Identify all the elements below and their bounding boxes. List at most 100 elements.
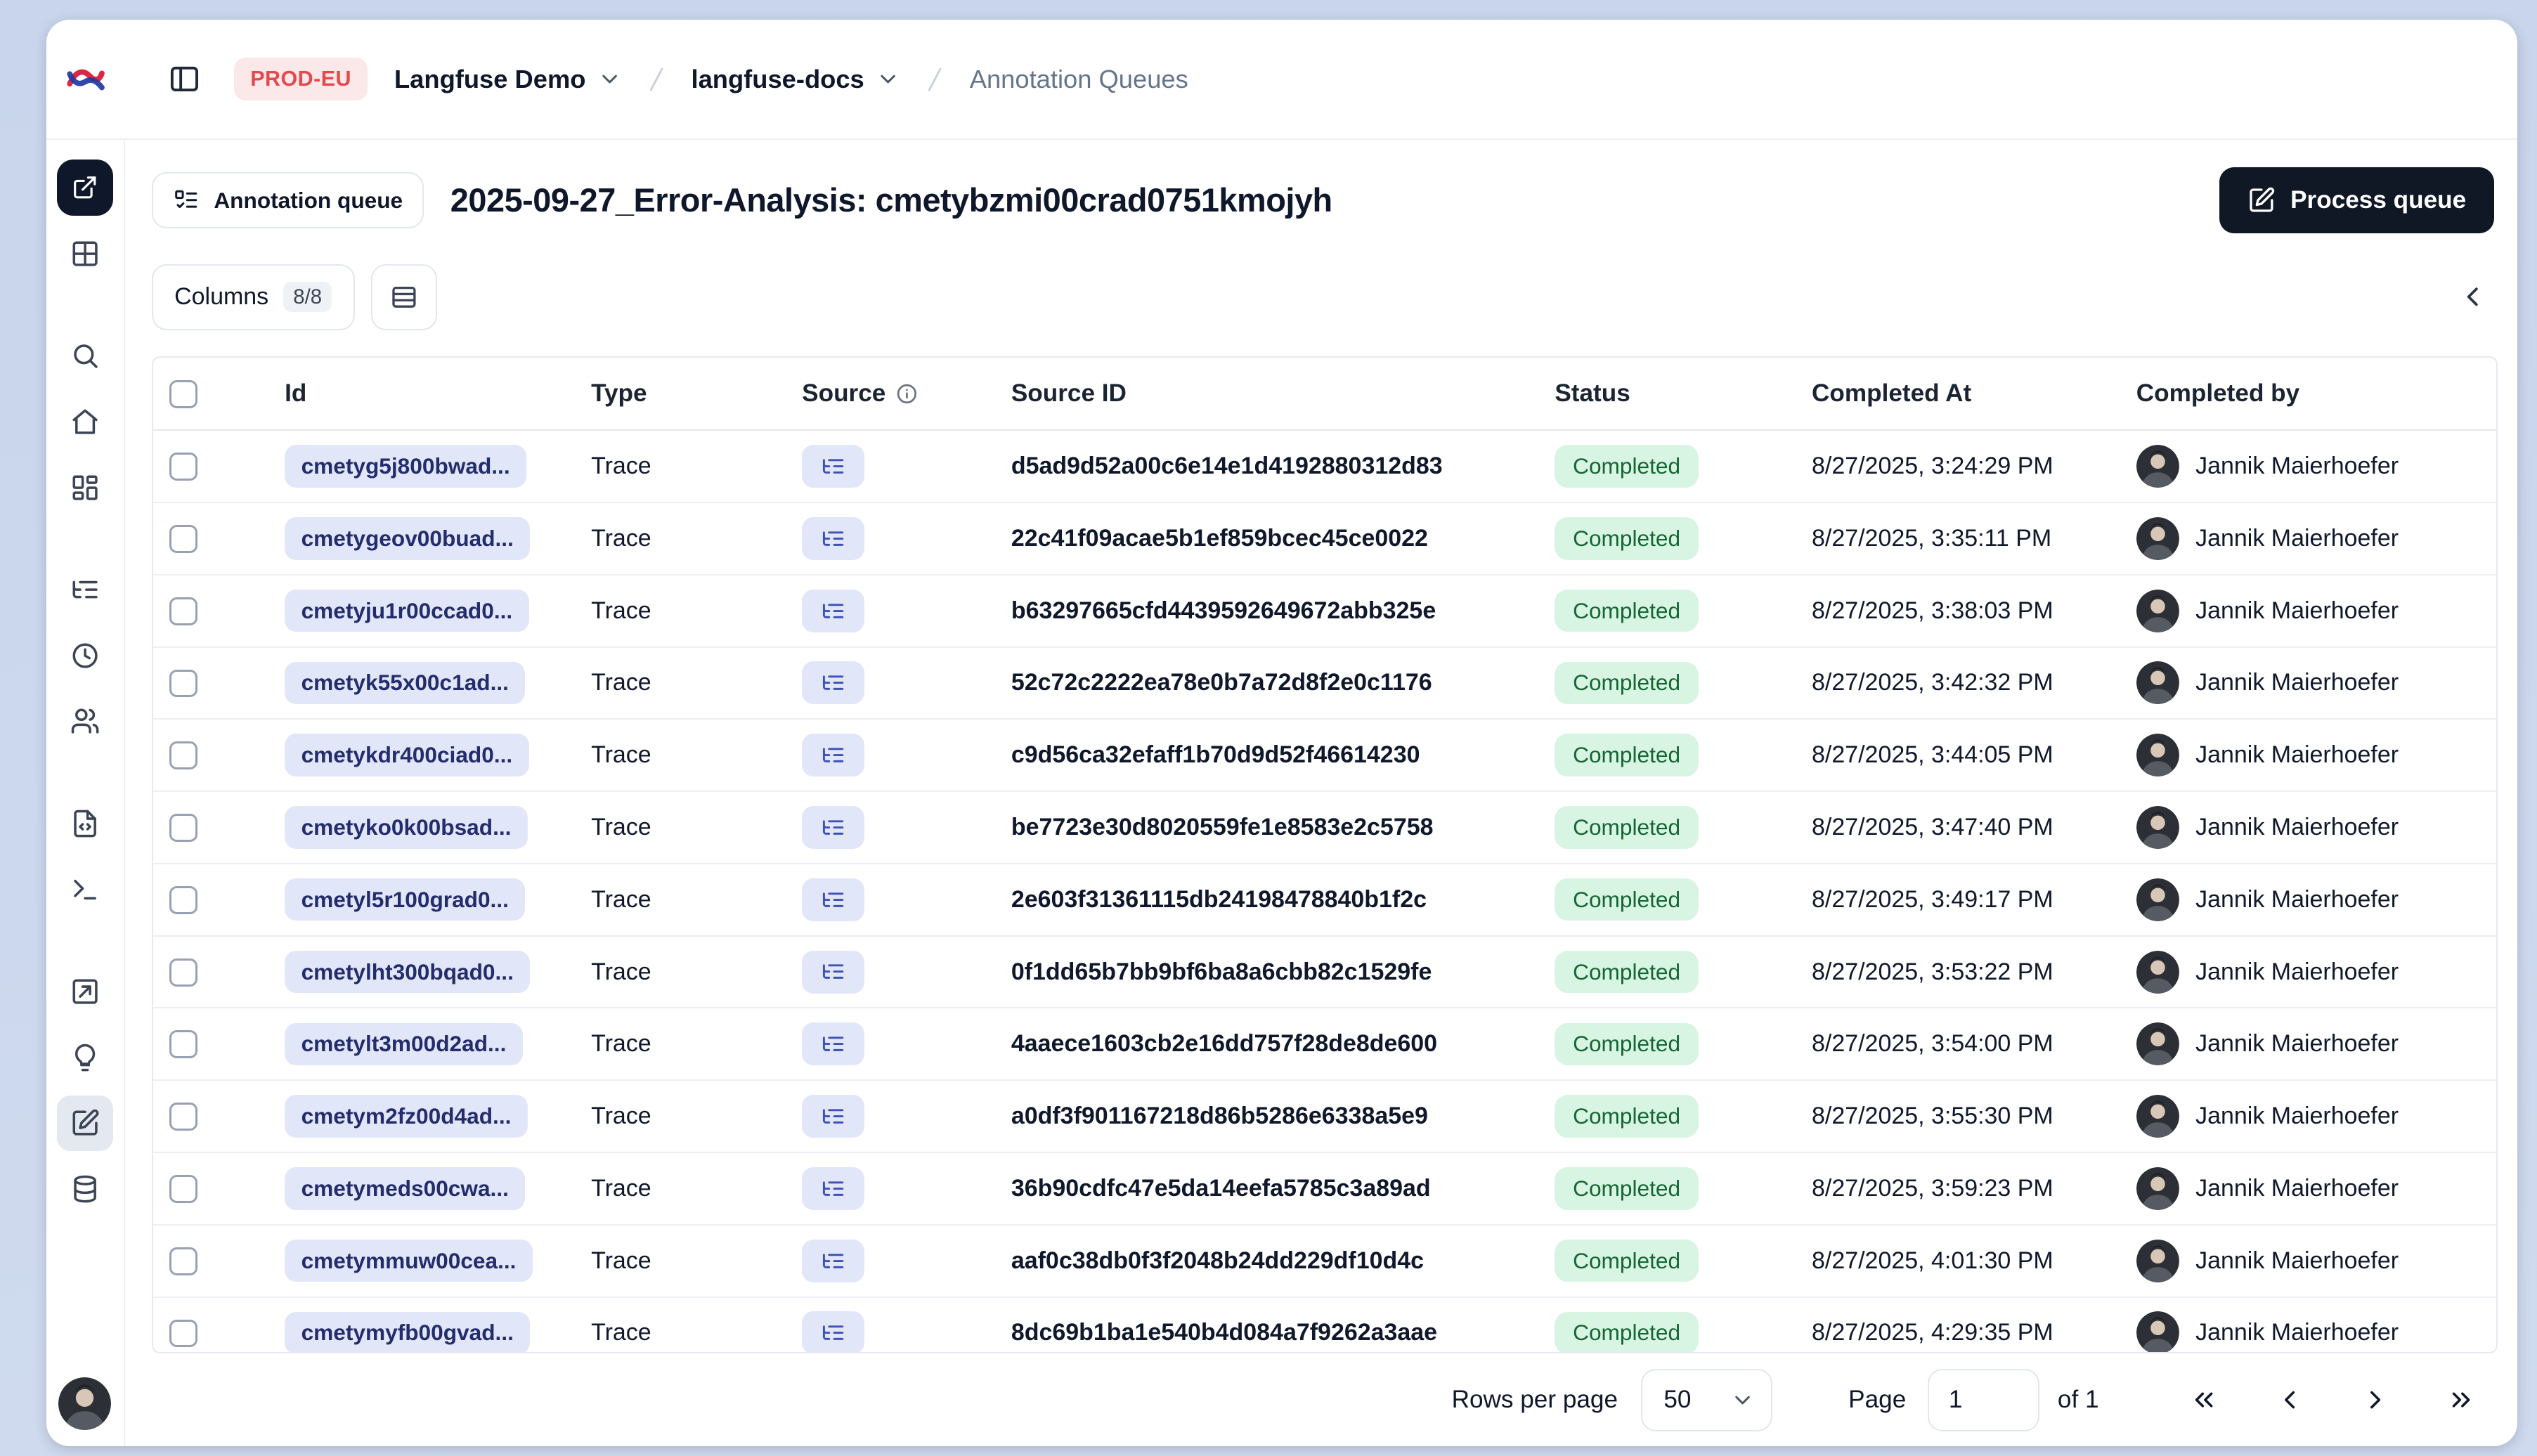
item-type: Trace: [574, 791, 786, 864]
source-trace-chip[interactable]: [802, 589, 865, 632]
columns-button[interactable]: Columns 8/8: [151, 264, 355, 330]
project-switcher[interactable]: langfuse-docs: [691, 65, 900, 94]
table-row[interactable]: cmetyl5r100grad0... Trace 2e603f31361115…: [153, 863, 2496, 937]
list-tree-icon: [823, 1253, 844, 1268]
queue-item-id-badge[interactable]: cmetymmuw00cea...: [285, 1239, 533, 1282]
queue-item-id-badge[interactable]: cmetym2fz00d4ad...: [285, 1095, 528, 1138]
table-row[interactable]: cmetykdr400ciad0... Trace c9d56ca32efaff…: [153, 719, 2496, 793]
table-row[interactable]: cmetyg5j800bwad... Trace d5ad9d52a00c6e1…: [153, 430, 2496, 503]
source-trace-chip[interactable]: [802, 806, 865, 849]
row-checkbox[interactable]: [169, 958, 197, 987]
row-height-button[interactable]: [371, 264, 437, 330]
source-trace-chip[interactable]: [802, 1239, 865, 1282]
completed-by-avatar: [2136, 445, 2179, 488]
queue-item-id-badge[interactable]: cmetyko0k00bsad...: [285, 806, 528, 849]
last-page-button[interactable]: [2432, 1370, 2491, 1429]
sidebar-toggle-button[interactable]: [168, 63, 201, 96]
breadcrumb-current[interactable]: Annotation Queues: [970, 65, 1188, 94]
queue-item-id-badge[interactable]: cmetyg5j800bwad...: [285, 445, 527, 488]
sidebar-item-widgets[interactable]: [57, 226, 113, 282]
sidebar-item-annotation[interactable]: [57, 1095, 113, 1152]
logo-zone: [46, 63, 126, 95]
row-checkbox[interactable]: [169, 1319, 197, 1348]
table-row[interactable]: cmetyju1r00ccad0... Trace b63297665cfd44…: [153, 574, 2496, 648]
table-row[interactable]: cmetyko0k00bsad... Trace be7723e30d80205…: [153, 791, 2496, 864]
queue-item-id-badge[interactable]: cmetymeds00cwa...: [285, 1167, 526, 1210]
source-trace-chip[interactable]: [802, 1166, 865, 1210]
table-row[interactable]: cmetylt3m00d2ad... Trace 4aaece1603cb2e1…: [153, 1008, 2496, 1081]
row-checkbox[interactable]: [169, 453, 197, 481]
row-checkbox[interactable]: [169, 669, 197, 698]
sidebar-item-evaluation[interactable]: [57, 963, 113, 1020]
source-trace-chip[interactable]: [802, 1095, 865, 1138]
queue-item-id-badge[interactable]: cmetyju1r00ccad0...: [285, 589, 529, 632]
sidebar-item-home[interactable]: [57, 394, 113, 450]
row-checkbox[interactable]: [169, 1247, 197, 1275]
collapse-panel-button[interactable]: [2448, 273, 2497, 322]
sidebar-item-datasets[interactable]: [57, 1161, 113, 1217]
row-checkbox[interactable]: [169, 1030, 197, 1059]
table-row[interactable]: cmetygeov00buad... Trace 22c41f09acae5b1…: [153, 502, 2496, 576]
open-app-button[interactable]: [57, 160, 113, 216]
source-trace-chip[interactable]: [802, 1311, 865, 1353]
sidebar-item-sessions[interactable]: [57, 628, 113, 684]
row-checkbox[interactable]: [169, 1103, 197, 1131]
source-trace-chip[interactable]: [802, 950, 865, 994]
row-checkbox[interactable]: [169, 1175, 197, 1203]
rows-per-page-select[interactable]: 50: [1640, 1368, 1773, 1431]
user-avatar-photo: [2136, 661, 2179, 705]
list-tree-icon: [823, 675, 844, 691]
sidebar-item-dashboards[interactable]: [57, 460, 113, 516]
table-row[interactable]: cmetymyfb00gvad... Trace 8dc69b1ba1e540b…: [153, 1297, 2496, 1353]
table-row[interactable]: cmetym2fz00d4ad... Trace a0df3f901167218…: [153, 1080, 2496, 1153]
terminal-icon: [74, 879, 96, 899]
queue-item-id-badge[interactable]: cmetylt3m00d2ad...: [285, 1022, 523, 1066]
organization-switcher[interactable]: Langfuse Demo: [394, 65, 622, 94]
langfuse-logo[interactable]: [66, 63, 105, 95]
list-todo-icon: [174, 190, 197, 209]
queue-item-id-badge[interactable]: cmetymyfb00gvad...: [285, 1311, 531, 1353]
next-page-button[interactable]: [2346, 1370, 2405, 1429]
row-checkbox[interactable]: [169, 597, 197, 625]
page-number-input[interactable]: [1927, 1368, 2040, 1431]
topbar: PROD-EU Langfuse Demo langfuse-docs Anno…: [46, 20, 2517, 141]
source-trace-chip[interactable]: [802, 734, 865, 777]
source-trace-chip[interactable]: [802, 516, 865, 560]
first-page-button[interactable]: [2174, 1370, 2233, 1429]
queue-item-id-badge[interactable]: cmetylht300bqad0...: [285, 950, 531, 994]
queue-item-id-badge[interactable]: cmetykdr400ciad0...: [285, 734, 529, 776]
source-trace-chip[interactable]: [802, 445, 865, 488]
table-row[interactable]: cmetymmuw00cea... Trace aaf0c38db0f3f204…: [153, 1224, 2496, 1298]
previous-page-button[interactable]: [2260, 1370, 2319, 1429]
completed-at: 8/27/2025, 3:49:17 PM: [1795, 863, 2120, 937]
table-row[interactable]: cmetylht300bqad0... Trace 0f1dd65b7bb9bf…: [153, 935, 2496, 1009]
source-info-icon[interactable]: [895, 382, 919, 405]
environment-badge[interactable]: PROD-EU: [233, 58, 368, 101]
queue-item-id-badge[interactable]: cmetyk55x00c1ad...: [285, 661, 526, 705]
lightbulb-icon: [74, 1044, 95, 1072]
source-trace-chip[interactable]: [802, 661, 865, 705]
queue-item-id-badge[interactable]: cmetyl5r100grad0...: [285, 878, 526, 921]
sidebar-item-tracing[interactable]: [57, 561, 113, 618]
completed-by-avatar: [2136, 806, 2179, 849]
table-row[interactable]: cmetymeds00cwa... Trace 36b90cdfc47e5da1…: [153, 1152, 2496, 1226]
user-avatar-photo: [2136, 950, 2179, 994]
source-trace-chip[interactable]: [802, 1022, 865, 1066]
sidebar-item-insights[interactable]: [57, 1029, 113, 1086]
sidebar-item-prompts[interactable]: [57, 795, 113, 852]
row-checkbox[interactable]: [169, 885, 197, 914]
row-checkbox[interactable]: [169, 741, 197, 770]
select-all-checkbox[interactable]: [169, 380, 197, 408]
sidebar-item-users[interactable]: [57, 694, 113, 750]
sidebar-item-playground[interactable]: [57, 862, 113, 918]
user-avatar-photo: [2136, 878, 2179, 921]
table-row[interactable]: cmetyk55x00c1ad... Trace 52c72c2222ea78e…: [153, 646, 2496, 720]
sidebar-item-search[interactable]: [57, 327, 113, 384]
source-id: be7723e30d8020559fe1e8583e2c5758: [994, 791, 1538, 864]
queue-item-id-badge[interactable]: cmetygeov00buad...: [285, 517, 531, 560]
user-avatar[interactable]: [58, 1377, 112, 1430]
row-checkbox[interactable]: [169, 524, 197, 553]
source-trace-chip[interactable]: [802, 878, 865, 921]
row-checkbox[interactable]: [169, 814, 197, 842]
process-queue-button[interactable]: Process queue: [2219, 167, 2495, 234]
